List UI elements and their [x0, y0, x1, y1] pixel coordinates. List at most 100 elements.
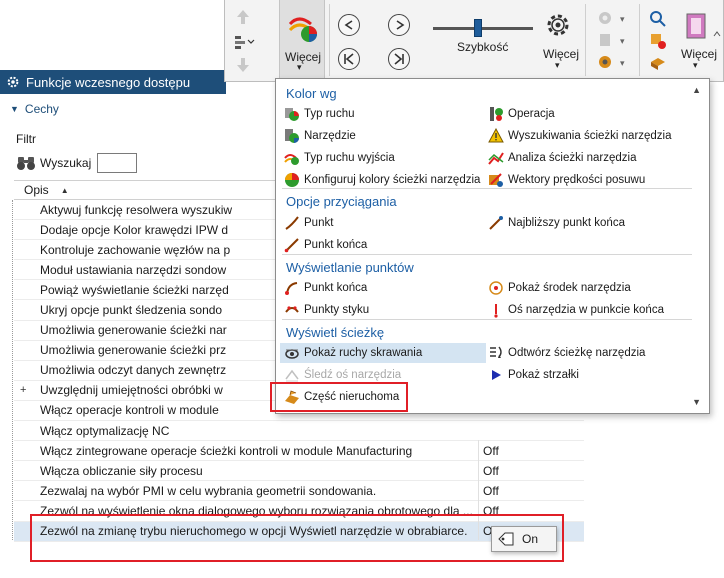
speed-slider-track[interactable]	[433, 27, 533, 30]
chevron-down-icon[interactable]: ▾	[620, 14, 625, 25]
chevron-down-icon[interactable]: ▾	[555, 60, 560, 71]
menu-item-punkt[interactable]: Punkt	[284, 213, 333, 233]
menu-item-analiza[interactable]: Analiza ścieżki narzędzia	[488, 148, 636, 168]
menu-item-punkty-styku[interactable]: Punkty styku	[284, 300, 369, 320]
row-description: Ukryj opcje punkt śledzenia sondo	[40, 303, 223, 318]
snap-endpoint-icon	[284, 238, 299, 253]
menu-item-typ-ruchu-wyjscia[interactable]: Typ ruchu wyjścia	[284, 148, 395, 168]
part-settings-icon[interactable]	[597, 54, 613, 70]
speed-slider-thumb[interactable]	[474, 19, 482, 37]
row-description: Włącz zintegrowane operacje ścieżki kont…	[40, 443, 413, 458]
step-back-icon	[344, 53, 354, 65]
row-value[interactable]: Off	[483, 464, 499, 478]
color-by-dropdown: ▲ Kolor wg Opcje przyciągania Wyświetlan…	[275, 78, 710, 414]
tool-color-icon	[285, 129, 299, 143]
menu-item-operacja[interactable]: Operacja	[488, 104, 555, 124]
visibility-icon[interactable]	[597, 10, 613, 26]
section-header-cechy[interactable]: ▼ Cechy	[0, 98, 226, 120]
ribbon-separator	[639, 4, 640, 76]
menu-item-typ-ruchu[interactable]: Typ ruchu	[284, 104, 355, 124]
row-description: Dodaje opcje Kolor krawędzi IPW d	[40, 222, 229, 237]
nearest-endpoint-icon	[489, 216, 503, 230]
filter-label: Filtr	[16, 132, 36, 146]
play-forward-icon	[396, 20, 405, 30]
settings-gear-icon[interactable]	[543, 10, 573, 40]
value-option-on[interactable]: On	[522, 532, 538, 546]
menu-item-punkt-konca[interactable]: Punkt końca	[284, 235, 367, 255]
machine-view-icon[interactable]	[683, 10, 711, 42]
binoculars-icon	[17, 157, 35, 170]
section-title: Cechy	[24, 102, 59, 116]
menu-item-wektory[interactable]: Wektory prędkości posuwu	[488, 170, 645, 190]
layers-icon[interactable]	[233, 34, 255, 50]
menu-item-os-narzedzia[interactable]: Oś narzędzia w punkcie końca	[488, 300, 664, 320]
search-label: Wyszukaj	[40, 156, 92, 170]
menu-item-odtworz-sciezke[interactable]: Odtwórz ścieżkę narzędzia	[488, 343, 645, 363]
play-reverse-icon	[344, 20, 353, 30]
chevron-down-icon[interactable]: ▾	[620, 36, 625, 47]
collapse-icon[interactable]: ▼	[10, 104, 19, 114]
highlight-box-stationary-part	[270, 382, 408, 412]
category-kolor-wg: Kolor wg	[286, 86, 337, 101]
ribbon-scroll-up-icon[interactable]	[713, 30, 721, 38]
chevron-down-icon[interactable]: ▾	[297, 62, 302, 73]
row-description: Umożliwia odczyt danych zewnętrz	[40, 363, 227, 378]
menu-item-pokaz-strzalki[interactable]: Pokaż strzałki	[488, 365, 579, 385]
arrow-down-icon[interactable]	[235, 56, 251, 74]
menu-item-punkt-konca-display[interactable]: Punkt końca	[284, 278, 367, 298]
tool-axis-icon	[494, 304, 498, 318]
row-description: Umożliwia generowanie ścieżki prz	[40, 343, 227, 358]
row-description: Powiąż wyświetlanie ścieżki narzęd	[40, 282, 229, 297]
table-row[interactable]: Włącz optymalizację NC	[14, 421, 584, 442]
highlight-box-selected-row	[30, 514, 564, 562]
more-label-3[interactable]: Więcej	[681, 47, 717, 61]
menu-item-wyszukiwania[interactable]: Wyszukiwania ścieżki narzędzia	[488, 126, 672, 146]
sort-ascending-icon: ▲	[60, 185, 69, 195]
row-description: Zezwalaj na wybór PMI w celu wybrania ge…	[40, 483, 377, 498]
menu-item-narzedzie[interactable]: Narzędzie	[284, 126, 356, 146]
table-row[interactable]: Włącza obliczanie siły procesu Off	[14, 461, 584, 482]
menu-item-pokaz-ruchy[interactable]: Pokaż ruchy skrawania	[280, 343, 486, 363]
row-description: Aktywuj funkcję resolwera wyszukiw	[40, 202, 233, 217]
more-label-1[interactable]: Więcej	[285, 50, 321, 64]
menu-item-srodek-narzedzia[interactable]: Pokaż środek narzędzia	[488, 278, 631, 298]
chevron-down-icon[interactable]: ▾	[620, 58, 625, 69]
feed-vectors-icon	[489, 173, 503, 187]
table-row[interactable]: Zezwalaj na wybór PMI w celu wybrania ge…	[14, 481, 584, 502]
scroll-down-icon[interactable]: ▼	[692, 397, 701, 407]
tag-icon	[498, 532, 514, 546]
arrow-up-icon[interactable]	[235, 8, 251, 26]
value-dropdown-popup[interactable]: On	[491, 526, 557, 552]
stock-icon[interactable]	[649, 54, 667, 72]
gear-icon	[7, 76, 19, 88]
speed-label: Szybkość	[457, 40, 509, 54]
menu-item-najblizszy-punkt[interactable]: Najbliższy punkt końca	[488, 213, 625, 233]
ribbon-separator	[585, 4, 586, 76]
configure-colors-icon	[285, 173, 299, 187]
column-header-label: Opis	[24, 183, 49, 197]
row-description: Włącz operacje kontroli w module	[40, 403, 219, 418]
analysis-path-icon	[488, 152, 504, 165]
more-label-2[interactable]: Więcej	[543, 47, 579, 61]
row-value[interactable]: Off	[483, 444, 499, 458]
cutting-moves-icon	[285, 349, 299, 359]
step-forward-icon	[394, 53, 404, 65]
color-by-icon[interactable]	[287, 12, 319, 44]
ribbon-separator	[329, 4, 330, 76]
menu-item-konfiguruj-kolory[interactable]: Konfiguruj kolory ścieżki narzędzia	[284, 170, 480, 190]
scroll-up-icon[interactable]: ▲	[692, 85, 701, 95]
table-row[interactable]: Włącz zintegrowane operacje ścieżki kont…	[14, 441, 584, 462]
search-row: Wyszukaj	[16, 153, 138, 173]
search-input[interactable]	[97, 153, 138, 173]
category-opcje-przyciagania: Opcje przyciągania	[286, 194, 397, 209]
expand-icon[interactable]: +	[20, 384, 26, 396]
category-wyswietl-sciezke: Wyświetl ścieżkę	[286, 325, 385, 340]
show-arrows-icon	[492, 370, 501, 380]
row-value[interactable]: Off	[483, 484, 499, 498]
analysis-icon[interactable]	[649, 10, 667, 28]
chevron-down-icon[interactable]: ▾	[693, 60, 698, 71]
row-description: Moduł ustawiania narzędzi sondow	[40, 262, 227, 277]
add-item-icon[interactable]	[649, 32, 667, 50]
tool-display-icon[interactable]	[597, 32, 613, 48]
row-description: Uwzględnij umiejętności obróbki w	[40, 383, 223, 398]
